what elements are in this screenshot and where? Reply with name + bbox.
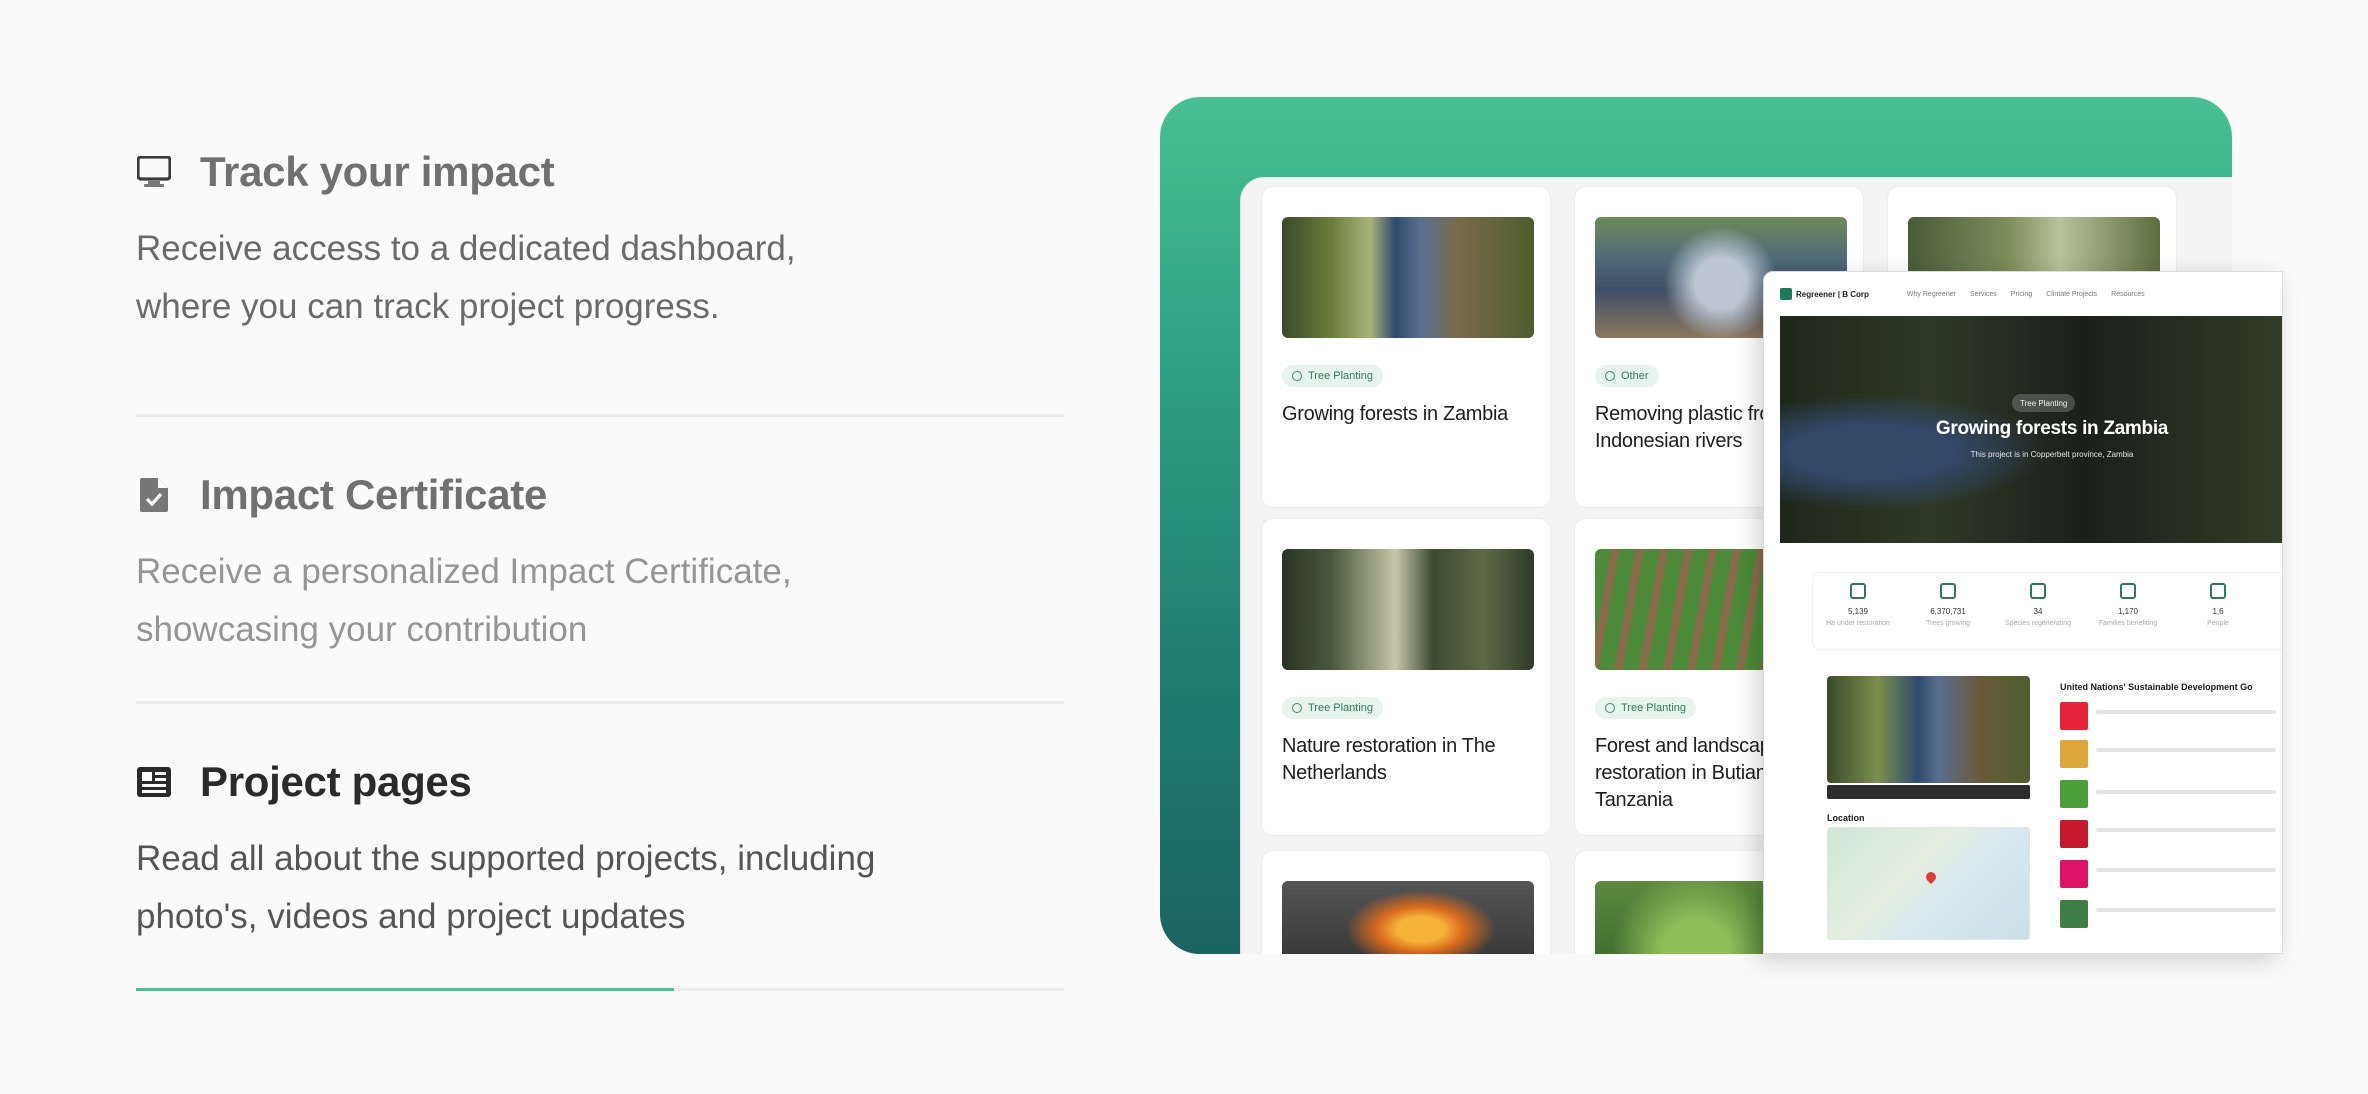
stat-value: 6,370,731 <box>1930 607 1966 616</box>
certificate-file-icon <box>136 477 172 513</box>
stat-label: Species regenerating <box>2004 620 2072 627</box>
stat-value: 1,6 <box>2212 607 2224 616</box>
stat-item: 6,370,731 Trees growing <box>1903 573 1993 649</box>
hero-title: Growing forests in Zambia <box>1935 418 2169 439</box>
sdg-2-icon <box>2060 740 2088 768</box>
feature-title: Track your impact <box>200 148 555 195</box>
feature-heading: Track your impact <box>136 147 1064 197</box>
project-card[interactable] <box>1261 850 1551 954</box>
category-badge: Tree Planting <box>1282 365 1384 387</box>
logo-mark-icon <box>1780 288 1792 300</box>
feature-progress-fill <box>136 988 675 991</box>
brand-name: Regreener | B Corp <box>1796 289 1869 299</box>
project-card[interactable]: Tree Planting Growing forests in Zambia <box>1261 186 1551 508</box>
location-heading: Location <box>1827 813 1865 823</box>
feature-progress-track <box>136 988 1064 991</box>
project-title: Growing forests in Zambia <box>1282 403 1508 425</box>
stat-value: 1,170 <box>2117 607 2139 616</box>
nav-link[interactable]: Pricing <box>2011 291 2032 298</box>
gallery-thumbnails[interactable] <box>1827 785 2030 799</box>
sdg-1-icon <box>2060 702 2088 730</box>
sdg-text-line <box>2096 748 2276 752</box>
nav-link[interactable]: Climate Projects <box>2046 291 2097 298</box>
feature-heading: Impact Certificate <box>136 470 1064 520</box>
feature-title: Impact Certificate <box>200 471 548 518</box>
category-badge: Other <box>1595 365 1659 387</box>
top-nav: Regreener | B Corp Why Regreener Service… <box>1764 272 2282 316</box>
feature-track-impact[interactable]: Track your impact Receive access to a de… <box>136 130 1064 417</box>
stat-item: 34 Species regenerating <box>1993 573 2083 649</box>
recycle-icon <box>1605 371 1615 381</box>
badge-label: Tree Planting <box>1308 702 1374 714</box>
feature-project-pages[interactable]: Project pages Read all about the support… <box>136 704 1064 991</box>
sdg-text-line <box>2096 790 2276 794</box>
stat-label: Ha under restoration <box>1826 620 1890 627</box>
nav-link[interactable]: Resources <box>2111 291 2144 298</box>
stat-item: 1,170 Families benefiting <box>2083 573 2173 649</box>
hero-category-badge: Tree Planting <box>2012 394 2076 412</box>
stat-value: 5,139 <box>1847 607 1869 616</box>
stat-item: 5,139 Ha under restoration <box>1813 573 1903 649</box>
sdg-text-line <box>2096 828 2276 832</box>
people-icon <box>2210 583 2226 599</box>
map-pin-icon <box>1923 869 1939 885</box>
category-badge: Tree Planting <box>1282 697 1384 719</box>
photo-gallery[interactable] <box>1827 676 2030 783</box>
feature-description: Receive a personalized Impact Certificat… <box>136 552 792 649</box>
project-photo <box>1282 549 1534 670</box>
stat-item: 1,6 People <box>2173 573 2263 649</box>
family-icon <box>2120 583 2136 599</box>
badge-label: Tree Planting <box>1308 370 1374 382</box>
sdg-10-icon <box>2060 860 2088 888</box>
sdg-4-icon <box>2060 820 2088 848</box>
leaf-icon <box>1292 703 1302 713</box>
stat-label: Trees growing <box>1925 620 1971 627</box>
sdg-text-line <box>2096 868 2276 872</box>
hero-banner: Tree Planting Growing forests in Zambia … <box>1780 316 2282 543</box>
nav-link[interactable]: Why Regreener <box>1907 291 1956 298</box>
stat-label: Families benefiting <box>2098 620 2158 627</box>
sdg-text-line <box>2096 710 2276 714</box>
project-photo <box>1282 217 1534 338</box>
feature-list: Track your impact Receive access to a de… <box>136 130 1064 991</box>
sprout-icon <box>2030 583 2046 599</box>
feature-impact-certificate[interactable]: Impact Certificate Receive a personalize… <box>136 417 1064 704</box>
brand-logo[interactable]: Regreener | B Corp <box>1780 288 1869 300</box>
newspaper-icon <box>136 764 172 800</box>
feature-heading: Project pages <box>136 757 1064 807</box>
project-page-preview: Regreener | B Corp Why Regreener Service… <box>1763 271 2283 954</box>
badge-label: Other <box>1621 370 1649 382</box>
area-icon <box>1850 583 1866 599</box>
leaf-icon <box>1605 703 1615 713</box>
leaf-icon <box>1292 371 1302 381</box>
project-title: Forest and landscap restoration in Butia… <box>1595 735 1773 811</box>
stat-value: 34 <box>2033 607 2043 616</box>
feature-title: Project pages <box>200 758 472 805</box>
tree-icon <box>1940 583 1956 599</box>
sdg-13-icon <box>2060 900 2088 928</box>
project-title: Nature restoration in The Netherlands <box>1282 735 1496 784</box>
location-map[interactable] <box>1827 827 2030 940</box>
sdg-text-line <box>2096 908 2276 912</box>
monitor-icon <box>136 154 172 190</box>
impact-stats: 5,139 Ha under restoration 6,370,731 Trees… <box>1812 572 2282 650</box>
feature-description: Read all about the supported projects, i… <box>136 839 876 936</box>
project-photo <box>1282 881 1534 954</box>
badge-label: Tree Planting <box>1621 702 1687 714</box>
nav-link[interactable]: Services <box>1970 291 1997 298</box>
project-card[interactable]: Tree Planting Nature restoration in The … <box>1261 518 1551 836</box>
sdg-heading: United Nations' Sustainable Development … <box>2060 682 2253 692</box>
feature-description: Receive access to a dedicated dashboard,… <box>136 229 796 326</box>
sdg-3-icon <box>2060 780 2088 808</box>
category-badge: Tree Planting <box>1595 697 1697 719</box>
stat-label: People <box>2207 620 2229 627</box>
hero-subtitle: This project is in Copperbelt province, … <box>1970 450 2134 459</box>
